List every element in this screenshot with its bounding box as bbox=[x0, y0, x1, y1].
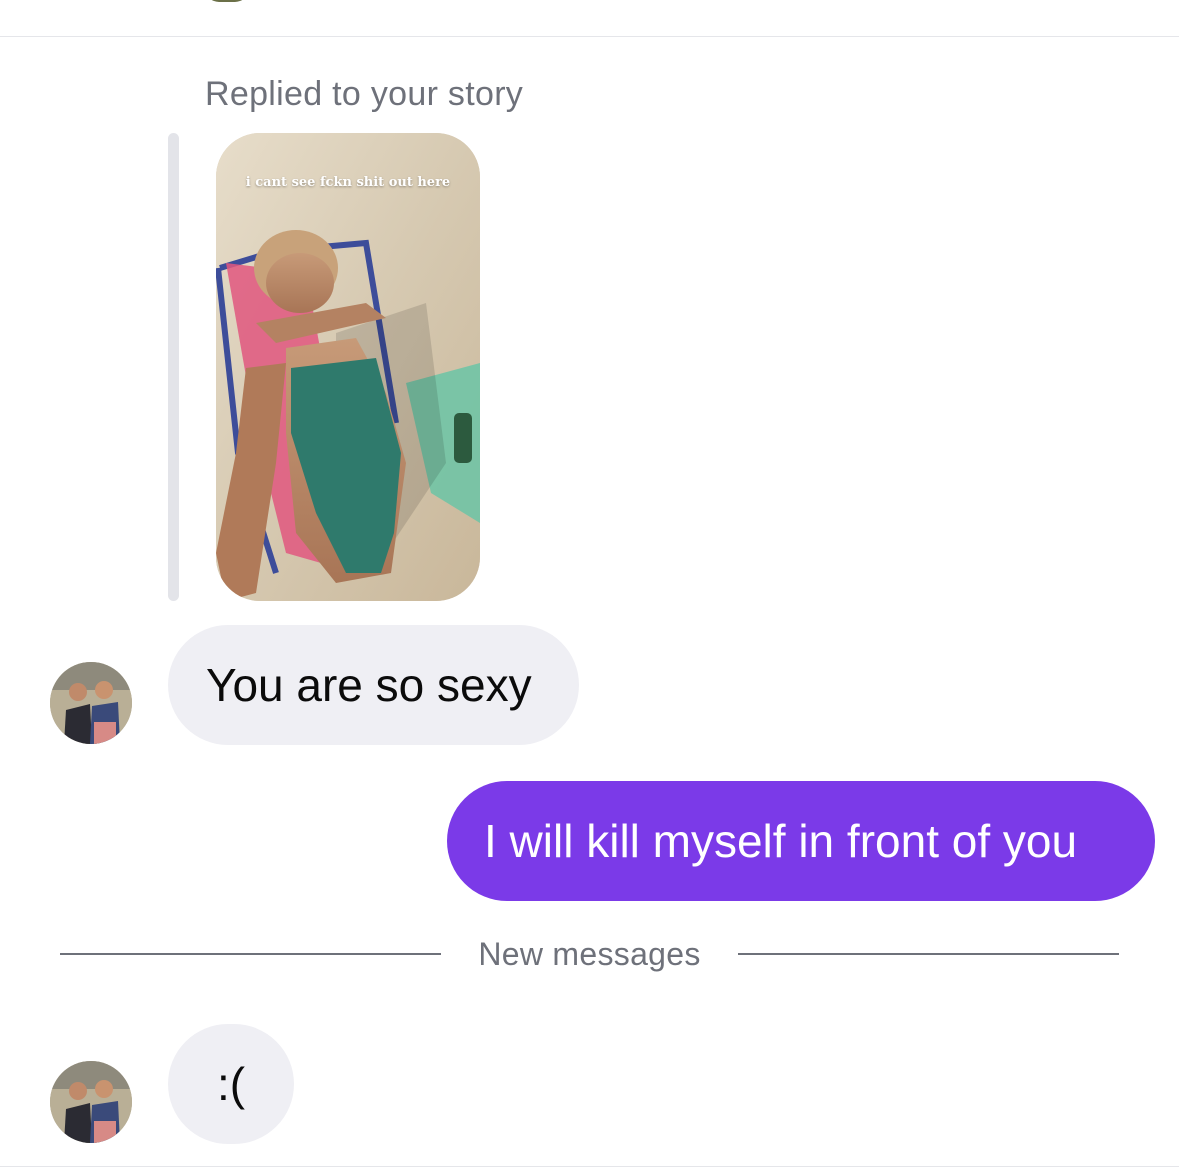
message-text: :( bbox=[216, 1058, 246, 1110]
composer-divider bbox=[0, 1166, 1179, 1167]
message-text: You are so sexy bbox=[206, 659, 532, 711]
avatar[interactable] bbox=[50, 662, 132, 744]
story-image bbox=[216, 133, 480, 601]
separator-line-right bbox=[738, 953, 1119, 955]
new-messages-separator: New messages bbox=[0, 934, 1179, 974]
header-divider bbox=[0, 36, 1179, 37]
incoming-message-bubble[interactable]: You are so sexy bbox=[168, 625, 579, 745]
previous-avatar-fragment bbox=[205, 0, 249, 2]
avatar-photo bbox=[50, 1061, 132, 1143]
story-reply-quote-bar bbox=[168, 133, 179, 601]
avatar[interactable] bbox=[50, 1061, 132, 1143]
incoming-message-bubble[interactable]: :( bbox=[168, 1024, 294, 1144]
separator-line-left bbox=[60, 953, 441, 955]
story-reply-label: Replied to your story bbox=[205, 75, 524, 113]
outgoing-message-bubble[interactable]: I will kill myself in front of you bbox=[447, 781, 1155, 901]
avatar-photo bbox=[50, 662, 132, 744]
story-caption: i cant see fckn shit out here bbox=[245, 175, 451, 190]
new-messages-label: New messages bbox=[478, 936, 701, 972]
story-thumbnail[interactable]: i cant see fckn shit out here bbox=[216, 133, 480, 601]
message-text: I will kill myself in front of you bbox=[484, 815, 1078, 867]
